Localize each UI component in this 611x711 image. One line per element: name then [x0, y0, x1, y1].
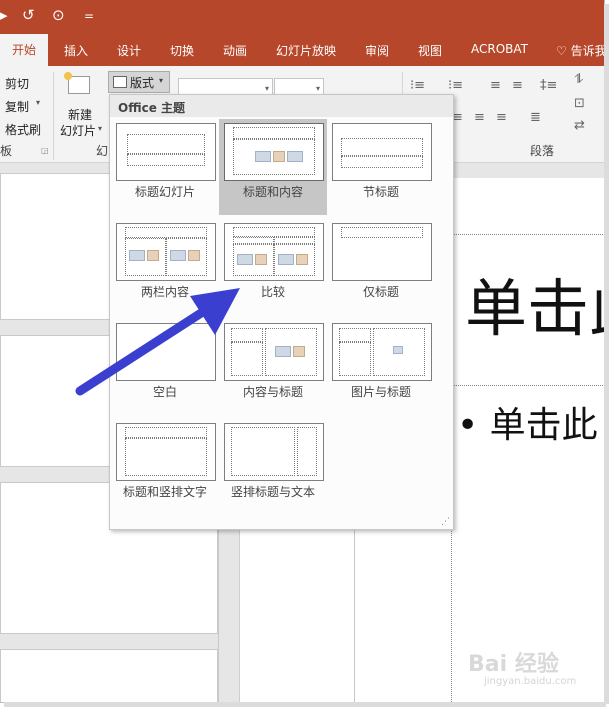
slide-thumbnail[interactable]: [0, 649, 218, 702]
layout-button[interactable]: 版式 ▾: [108, 71, 170, 93]
customize-qat-icon[interactable]: =: [84, 9, 94, 23]
present-icon[interactable]: ⊙: [52, 6, 65, 24]
tab-view[interactable]: 视图: [418, 42, 442, 59]
title-bar: ▸ ↺ ⊙ =: [0, 0, 604, 34]
copy-dropdown-icon[interactable]: ▾: [36, 98, 40, 107]
align-text-icon[interactable]: ⊡: [574, 96, 585, 111]
layout-label: 内容与标题: [242, 385, 303, 399]
resize-grip-icon[interactable]: ⋰: [441, 517, 450, 527]
numbering-icon[interactable]: ⁝≡: [448, 78, 463, 93]
save-icon[interactable]: ▸: [0, 6, 8, 24]
layout-label: 标题和竖排文字: [122, 485, 207, 499]
tab-design[interactable]: 设计: [117, 42, 141, 59]
layout-thumbnail: [116, 323, 216, 381]
layout-picture-with-caption[interactable]: 图片与标题: [327, 319, 435, 415]
slides-group-label: 幻: [96, 144, 109, 158]
layout-label: 标题幻灯片: [134, 185, 195, 199]
layout-label: 标题和内容: [242, 185, 303, 199]
gallery-header: Office 主题: [110, 95, 453, 117]
layout-thumbnail: [332, 123, 432, 181]
paragraph-group-label: 段落: [530, 144, 555, 158]
watermark-brand: Bai 经验: [468, 652, 559, 677]
layout-dropdown-icon: ▾: [159, 76, 164, 85]
tab-transitions[interactable]: 切换: [170, 42, 194, 59]
copy-button[interactable]: 复制: [5, 98, 29, 115]
layout-thumbnail: [224, 323, 324, 381]
tab-review[interactable]: 审阅: [365, 42, 389, 59]
layout-thumbnail: [116, 223, 216, 281]
tab-acrobat[interactable]: ACROBAT: [471, 42, 528, 56]
layout-icon: [113, 76, 127, 88]
new-slide-dropdown-icon[interactable]: ▾: [98, 124, 102, 133]
undo-icon[interactable]: ↺: [22, 6, 35, 24]
format-painter-button[interactable]: 格式刷: [5, 121, 41, 138]
layout-gallery: Office 主题 标题幻灯片 标题和内容 节标题 两栏内容 比较 仅标题 空白…: [109, 94, 454, 530]
watermark-url: jingyan.baidu.com: [484, 676, 577, 687]
new-slide-icon[interactable]: [64, 72, 90, 96]
layout-comparison[interactable]: 比较: [219, 219, 327, 315]
columns-icon[interactable]: ≣: [530, 110, 541, 125]
layout-label: 比较: [260, 285, 285, 299]
clipboard-group-label: 板: [0, 144, 13, 158]
layout-thumbnail: [332, 223, 432, 281]
layout-label: 仅标题: [362, 285, 399, 299]
layout-button-label: 版式: [130, 76, 155, 90]
frame-shadow: [4, 702, 606, 707]
cut-button[interactable]: 剪切: [5, 75, 29, 92]
layout-vertical-title-text[interactable]: 竖排标题与文本: [219, 419, 327, 515]
layout-label: 空白: [152, 385, 177, 399]
layout-content-with-caption[interactable]: 内容与标题: [219, 319, 327, 415]
layout-blank[interactable]: 空白: [111, 319, 219, 415]
layout-thumbnail: [224, 123, 324, 181]
align-right-icon[interactable]: ≡: [496, 110, 507, 125]
title-placeholder-text: 单击此: [465, 272, 604, 345]
layout-label: 节标题: [362, 185, 399, 199]
layout-title-and-content[interactable]: 标题和内容: [219, 119, 327, 215]
new-slide-label-2[interactable]: 幻灯片: [60, 122, 96, 139]
chevron-down-icon: ▾: [315, 84, 320, 93]
layout-label: 竖排标题与文本: [230, 485, 315, 499]
tell-me-box[interactable]: ♡ 告诉我: [556, 42, 605, 59]
bullets-icon[interactable]: ⁝≡: [410, 78, 425, 93]
layout-two-content[interactable]: 两栏内容: [111, 219, 219, 315]
tab-insert[interactable]: 插入: [64, 42, 88, 59]
tab-slideshow[interactable]: 幻灯片放映: [276, 42, 336, 59]
layout-title-slide[interactable]: 标题幻灯片: [111, 119, 219, 215]
layout-section-header[interactable]: 节标题: [327, 119, 435, 215]
layout-thumbnail: [116, 123, 216, 181]
tab-animations[interactable]: 动画: [223, 42, 247, 59]
layout-title-vertical-text[interactable]: 标题和竖排文字: [111, 419, 219, 515]
increase-indent-icon[interactable]: ≡: [512, 78, 523, 93]
layout-thumbnail: [332, 323, 432, 381]
powerpoint-window: ▸ ↺ ⊙ = 开始 插入 设计 切换 动画 幻灯片放映 审阅 视图 ACROB…: [0, 0, 605, 703]
layout-thumbnail: [116, 423, 216, 481]
lightbulb-icon: ♡: [556, 44, 567, 58]
new-slide-label-1[interactable]: 新建: [68, 106, 92, 123]
gallery-title: Office 主题: [118, 101, 186, 115]
frame-shadow: [604, 4, 609, 704]
content-placeholder-text: • 单击此: [457, 405, 598, 446]
tab-home[interactable]: 开始: [0, 34, 49, 66]
clipboard-launcher-icon[interactable]: ◲: [41, 146, 49, 155]
ribbon-tabs: 开始 插入 设计 切换 动画 幻灯片放映 审阅 视图 ACROBAT ♡ 告诉我: [0, 34, 604, 66]
decrease-indent-icon[interactable]: ≡: [490, 78, 501, 93]
layout-thumbnail: [224, 423, 324, 481]
convert-smartart-icon[interactable]: ⇄: [574, 118, 585, 133]
line-spacing-icon[interactable]: ‡≡: [540, 78, 557, 93]
layout-thumbnail: [224, 223, 324, 281]
chevron-down-icon: ▾: [264, 84, 269, 93]
tell-me-label: 告诉我: [570, 44, 605, 58]
align-center-icon[interactable]: ≡: [474, 110, 485, 125]
layout-label: 两栏内容: [140, 285, 189, 299]
layout-label: 图片与标题: [350, 385, 411, 399]
layout-title-only[interactable]: 仅标题: [327, 219, 435, 315]
text-direction-icon[interactable]: ⥮: [574, 72, 583, 87]
group-divider: [53, 72, 54, 160]
